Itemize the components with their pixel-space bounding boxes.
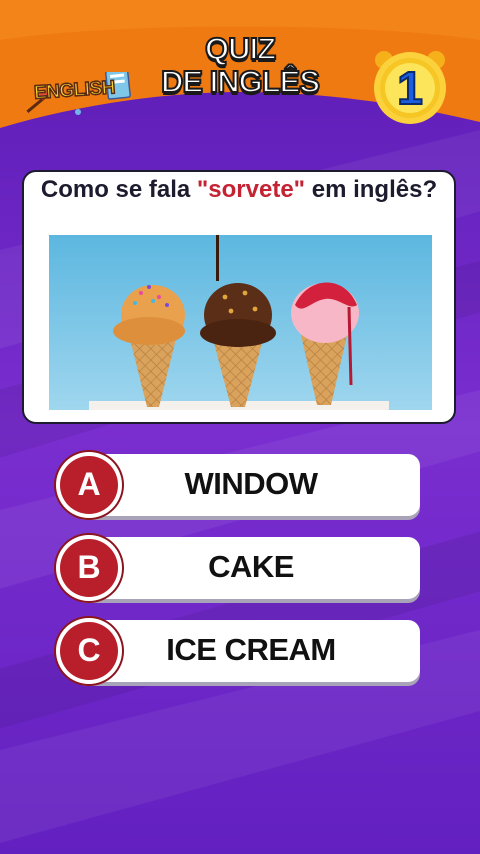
answer-letter: A — [77, 466, 101, 502]
answer-option-c[interactable]: ICE CREAM C — [56, 618, 422, 684]
answer-option-b[interactable]: CAKE B — [56, 535, 422, 601]
english-badge: ENGLISH — [22, 72, 140, 120]
question-suffix: em inglês? — [305, 176, 438, 203]
question-prefix: Como se fala — [40, 176, 197, 203]
ice-cream-photo — [49, 235, 432, 410]
answer-letter: B — [77, 549, 101, 585]
title-line-1: QUIZ — [204, 31, 277, 66]
page-title: QUIZ DE INGLÊS — [140, 31, 340, 99]
answer-text: WINDOW — [184, 466, 318, 501]
question-number: 1 — [396, 62, 424, 114]
answer-letter: C — [77, 632, 101, 668]
answer-option-a[interactable]: WINDOW A — [56, 452, 422, 518]
question-card: Como se fala "sorvete" em inglês? — [22, 170, 456, 424]
answer-text: CAKE — [208, 549, 294, 584]
question-number-badge: 1 — [370, 46, 450, 126]
title-line-2: DE INGLÊS — [160, 64, 321, 99]
question-highlight: "sorvete" — [196, 176, 306, 203]
question-text: Como se fala "sorvete" em inglês? — [24, 175, 454, 205]
answer-text: ICE CREAM — [166, 632, 336, 667]
